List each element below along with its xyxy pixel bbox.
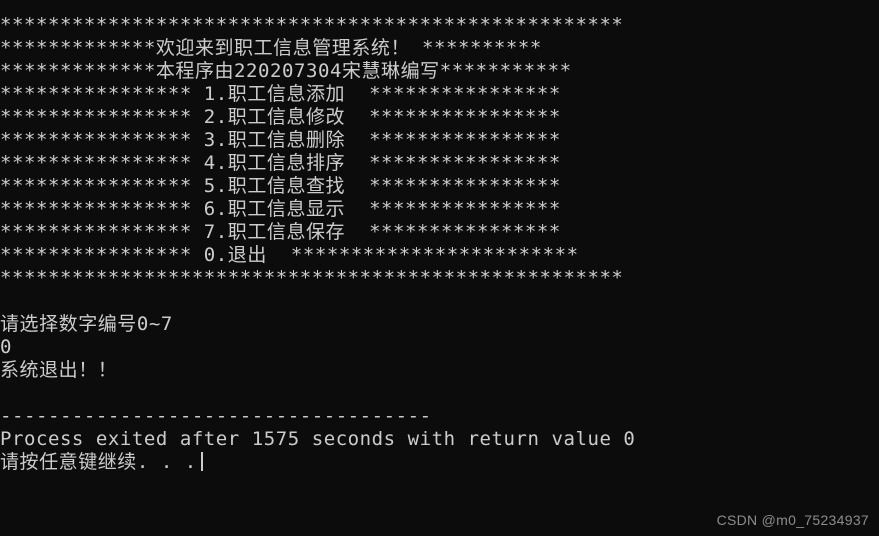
- console-line-user-input: 0: [0, 336, 12, 358]
- console-line-separator: ------------------------------------: [0, 405, 432, 427]
- console-window[interactable]: ****************************************…: [0, 0, 879, 536]
- console-line-menu-item-5: **************** 5.职工信息查找 **************…: [0, 175, 561, 197]
- console-line-menu-item-7: **************** 7.职工信息保存 **************…: [0, 221, 561, 243]
- console-line-press-any-key: 请按任意键继续. . .: [0, 451, 879, 474]
- console-line-menu-item-4: **************** 4.职工信息排序 **************…: [0, 152, 561, 174]
- console-line-menu-item-6: **************** 6.职工信息显示 **************…: [0, 198, 561, 220]
- console-line-menu-item-0: **************** 0.退出 ******************…: [0, 244, 579, 266]
- csdn-watermark: CSDN @m0_75234937: [716, 512, 869, 528]
- console-line-prompt: 请选择数字编号0~7: [0, 313, 173, 335]
- press-any-key-text: 请按任意键继续. . .: [0, 451, 197, 473]
- console-line-author: *************本程序由220207304宋慧琳编写*********…: [0, 60, 572, 82]
- console-line-process-exited: Process exited after 1575 seconds with r…: [0, 428, 636, 450]
- console-line-blank-1: [0, 290, 879, 313]
- console-line-border-top: ****************************************…: [0, 14, 624, 36]
- console-line-blank-2: [0, 382, 879, 405]
- console-line-menu-item-2: **************** 2.职工信息修改 **************…: [0, 106, 561, 128]
- text-cursor: [200, 452, 203, 471]
- console-line-menu-item-1: **************** 1.职工信息添加 **************…: [0, 83, 561, 105]
- console-line-border-bottom: ****************************************…: [0, 267, 624, 289]
- console-line-exit-message: 系统退出！！: [0, 359, 118, 381]
- console-output: ****************************************…: [0, 14, 879, 474]
- console-line-menu-item-3: **************** 3.职工信息删除 **************…: [0, 129, 561, 151]
- console-line-title: *************欢迎来到职工信息管理系统！ **********: [0, 37, 542, 59]
